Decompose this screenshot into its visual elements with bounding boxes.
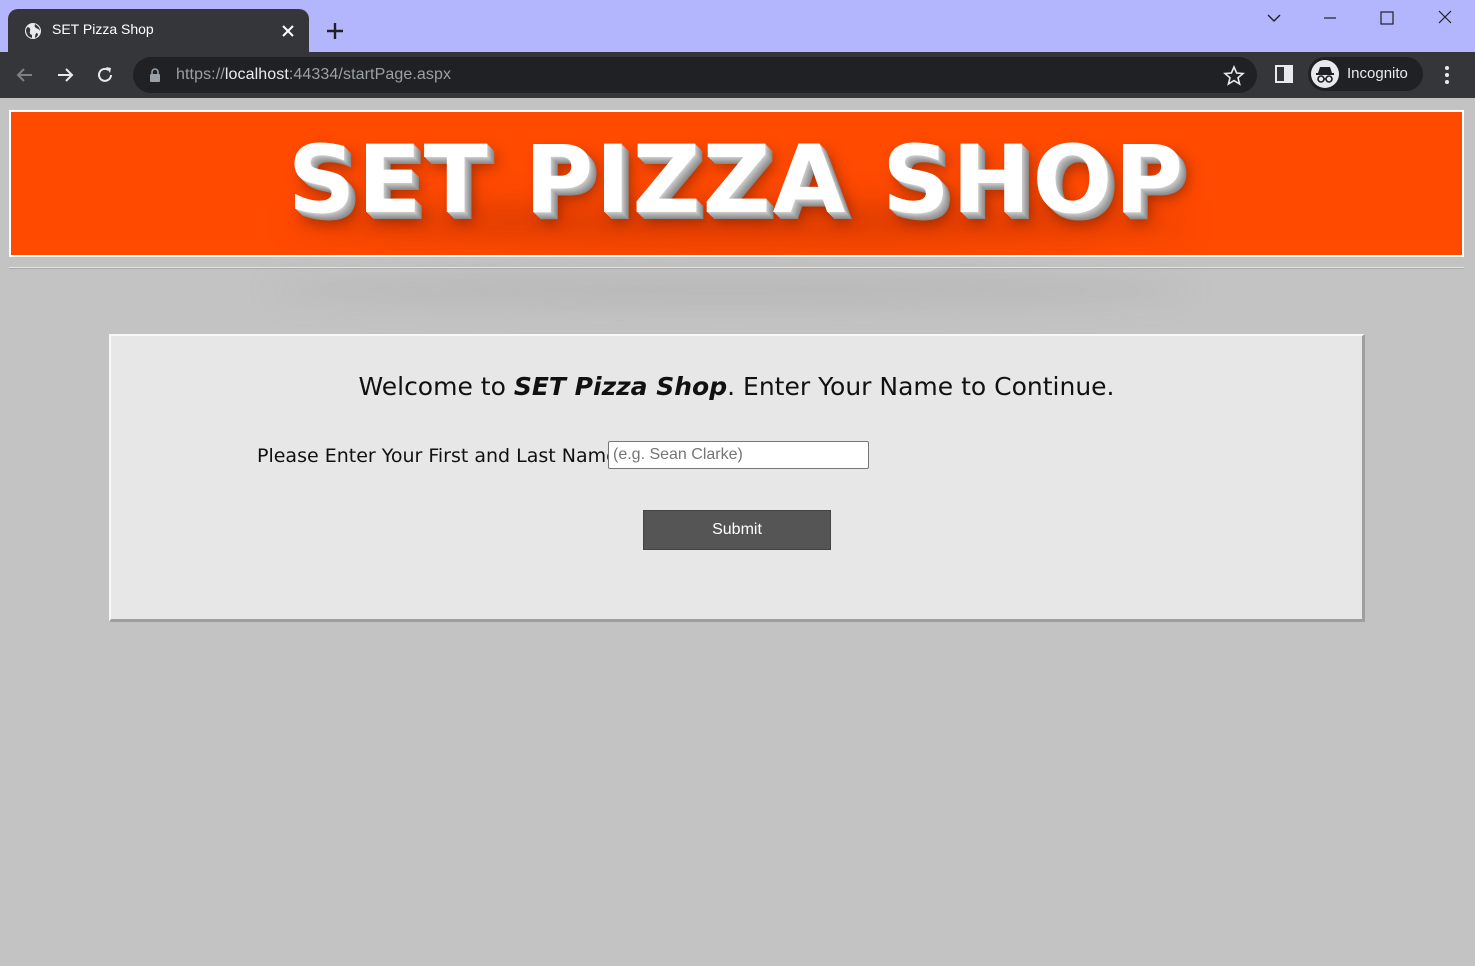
tab-title: SET Pizza Shop xyxy=(52,21,154,37)
browser-titlebar: SET Pizza Shop xyxy=(0,0,1475,52)
arrow-right-icon[interactable] xyxy=(53,63,77,87)
side-panel-icon[interactable] xyxy=(1273,63,1295,85)
welcome-message: Welcome to SET Pizza Shop. Enter Your Na… xyxy=(358,372,1115,401)
reload-icon[interactable] xyxy=(93,63,117,87)
login-panel: Welcome to SET Pizza Shop. Enter Your Na… xyxy=(109,334,1365,622)
avatar xyxy=(1311,60,1339,88)
incognito-label: Incognito xyxy=(1347,65,1408,82)
site-title: SET PIZZA SHOP xyxy=(287,126,1186,235)
incognito-icon xyxy=(1316,67,1334,83)
browser-toolbar: https://localhost:44334/startPage.aspx I… xyxy=(0,52,1475,98)
new-tab-plus-icon[interactable] xyxy=(323,19,347,43)
window-close-icon[interactable] xyxy=(1430,6,1460,30)
browser-tab-active[interactable]: SET Pizza Shop xyxy=(8,9,309,52)
address-bar[interactable]: https://localhost:44334/startPage.aspx xyxy=(133,57,1257,93)
welcome-brand: SET Pizza Shop xyxy=(513,372,728,401)
name-label: Please Enter Your First and Last Name xyxy=(257,445,618,467)
divider-shadow xyxy=(270,275,1190,305)
maximize-icon[interactable] xyxy=(1372,6,1402,30)
close-icon[interactable] xyxy=(278,21,298,41)
kebab-menu-icon[interactable] xyxy=(1437,63,1457,87)
chevron-down-icon[interactable] xyxy=(1259,6,1289,30)
horizontal-divider xyxy=(9,267,1464,269)
url-text: https://localhost:44334/startPage.aspx xyxy=(176,66,452,83)
name-input[interactable] xyxy=(608,441,869,469)
star-icon[interactable] xyxy=(1223,65,1245,87)
arrow-left-icon[interactable] xyxy=(13,63,37,87)
lock-icon[interactable] xyxy=(148,68,162,82)
minimize-icon[interactable] xyxy=(1315,6,1345,30)
globe-icon xyxy=(25,23,41,39)
incognito-profile-button[interactable]: Incognito xyxy=(1308,57,1423,91)
header-banner: SET PIZZA SHOP xyxy=(9,110,1464,257)
submit-button[interactable]: Submit xyxy=(643,510,831,550)
